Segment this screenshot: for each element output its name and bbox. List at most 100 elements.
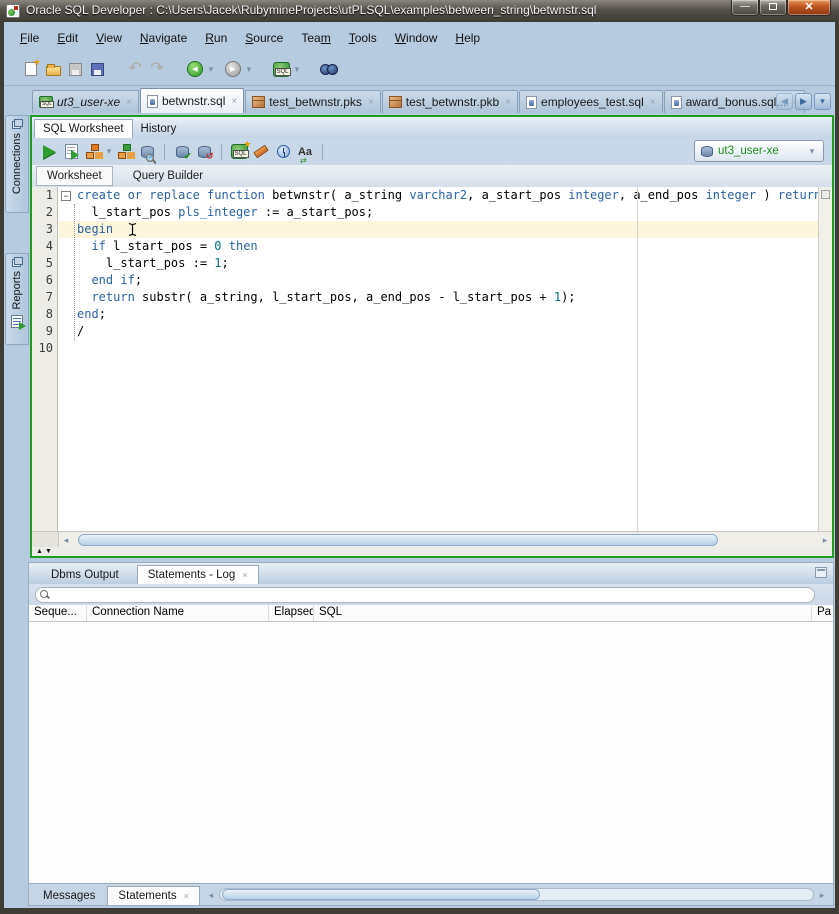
scrollbar-track[interactable] [74, 534, 817, 546]
editor-tab-test-betwnstr-pks[interactable]: test_betwnstr.pks× [245, 90, 381, 113]
sql-tuning-button[interactable]: 🔍 [136, 141, 158, 163]
log-tab-dbms-output[interactable]: Dbms Output [41, 566, 129, 584]
tab-scroll-left-button[interactable]: ◀ [776, 93, 793, 110]
tab-scroll-right-button[interactable]: ▶ [795, 93, 812, 110]
menu-edit[interactable]: Edit [49, 28, 86, 48]
splitter-down-icon[interactable]: ▼ [45, 548, 52, 555]
binoculars-icon [320, 63, 338, 75]
bottom-tab-statements[interactable]: Statements× [107, 886, 199, 905]
open-button[interactable] [42, 58, 64, 80]
sql-connect-button[interactable] [270, 58, 292, 80]
sidebar-connections-label: Connections [11, 133, 23, 194]
log-tab-statements-log[interactable]: Statements - Log× [137, 565, 259, 584]
menu-window[interactable]: Window [387, 28, 446, 48]
save-all-button[interactable] [86, 58, 108, 80]
menu-team[interactable]: Team [293, 28, 338, 48]
back-button[interactable]: ◀ [184, 58, 206, 80]
package-icon [252, 96, 265, 108]
log-horizontal-scrollbar[interactable]: ◂ ▸ [202, 884, 833, 905]
code-segment: varchar2 [409, 188, 467, 202]
fold-scope-line [74, 204, 75, 340]
tab-close-icon[interactable]: × [184, 891, 189, 901]
tab-close-icon[interactable]: × [505, 97, 511, 108]
bottom-tab-messages[interactable]: Messages [33, 887, 105, 905]
new-file-button[interactable]: ★ [20, 58, 42, 80]
scroll-left-arrow[interactable]: ◂ [204, 888, 218, 902]
editor-tab-betwnstr-sql[interactable]: betwnstr.sql× [140, 88, 244, 113]
autotrace-button[interactable] [82, 141, 104, 163]
run-script-button[interactable] [60, 141, 82, 163]
sql-history-button[interactable] [272, 141, 294, 163]
undo-icon: ↶ [128, 61, 141, 77]
search-input[interactable] [35, 587, 815, 603]
undo-button[interactable]: ↶ [124, 58, 146, 80]
run-statement-button[interactable] [38, 141, 60, 163]
menu-view[interactable]: View [88, 28, 130, 48]
explain-plan-button[interactable] [114, 141, 136, 163]
scroll-right-arrow[interactable]: ▸ [818, 533, 832, 547]
scroll-right-arrow[interactable]: ▸ [815, 888, 829, 902]
maximize-button[interactable] [759, 0, 787, 16]
sidebar-tab-connections[interactable]: Connections [5, 115, 29, 213]
code-segment: ); [561, 290, 575, 304]
code-editor[interactable]: 12345678910 − create or replace function… [32, 187, 832, 531]
subtab-query-builder[interactable]: Query Builder [123, 167, 213, 185]
autotrace-dropdown[interactable]: ▾ [104, 146, 114, 157]
code-segment: if [91, 239, 105, 253]
forward-button[interactable]: ▶ [222, 58, 244, 80]
sql-connect-dropdown[interactable]: ▾ [292, 64, 302, 75]
editor-tab-ut3-user-xe[interactable]: ut3_user-xe× [32, 90, 139, 113]
back-dropdown[interactable]: ▾ [206, 64, 216, 75]
run-script-icon [65, 144, 78, 159]
column-header-sql[interactable]: SQL [314, 605, 812, 621]
connection-selector[interactable]: ut3_user-xe ▾ [694, 140, 824, 162]
column-header-connection-name[interactable]: Connection Name [87, 605, 269, 621]
tab-close-icon[interactable]: × [368, 97, 374, 108]
scrollbar-thumb[interactable] [222, 889, 540, 900]
code-segment [77, 290, 91, 304]
tab-close-icon[interactable]: × [650, 97, 656, 108]
magnifier-icon: 🔍 [146, 154, 157, 164]
menu-file[interactable]: File [12, 28, 47, 48]
tab-list-dropdown[interactable]: ▾ [814, 93, 831, 110]
tab-close-icon[interactable]: × [231, 96, 237, 107]
tab-close-icon[interactable]: × [242, 570, 247, 580]
menu-tools[interactable]: Tools [341, 28, 385, 48]
forward-dropdown[interactable]: ▾ [244, 64, 254, 75]
code-fold-toggle[interactable]: − [61, 191, 71, 201]
menu-bar: FileEditViewNavigateRunSourceTeamToolsWi… [4, 26, 835, 50]
column-header-seque-[interactable]: Seque... [29, 605, 87, 621]
editor-tab-test-betwnstr-pkb[interactable]: test_betwnstr.pkb× [382, 90, 518, 113]
tab-sql-worksheet[interactable]: SQL Worksheet [34, 119, 133, 138]
commit-button[interactable]: ✔ [171, 141, 193, 163]
menu-run[interactable]: Run [197, 28, 235, 48]
redo-button[interactable]: ↷ [146, 58, 168, 80]
scrollbar-thumb[interactable] [78, 534, 718, 546]
tab-history[interactable]: History [133, 120, 185, 138]
sidebar-tab-reports[interactable]: Reports [5, 253, 29, 345]
code-text[interactable]: create or replace function betwnstr( a_s… [77, 187, 818, 531]
rollback-button[interactable]: ↺ [193, 141, 215, 163]
close-button[interactable]: ✕ [787, 0, 831, 16]
change-case-button[interactable]: Aa [294, 141, 316, 163]
scrollbar-track[interactable] [219, 888, 814, 901]
clear-button[interactable] [250, 141, 272, 163]
tab-close-icon[interactable]: × [126, 97, 132, 108]
column-header-elapsed[interactable]: Elapsed [269, 605, 314, 621]
column-header-pa[interactable]: Pa [812, 605, 833, 621]
subtab-worksheet[interactable]: Worksheet [36, 166, 113, 186]
save-button[interactable] [64, 58, 86, 80]
scroll-left-arrow[interactable]: ◂ [59, 533, 73, 547]
log-table-body[interactable] [29, 623, 833, 883]
panel-minimize-button[interactable] [815, 567, 827, 578]
find-button[interactable] [318, 58, 340, 80]
back-icon: ◀ [187, 61, 203, 77]
splitter-up-icon[interactable]: ▲ [36, 548, 43, 555]
editor-horizontal-scrollbar[interactable]: ◂ ▸ [32, 531, 832, 547]
editor-tab-employees-test-sql[interactable]: employees_test.sql× [519, 90, 663, 113]
menu-source[interactable]: Source [237, 28, 291, 48]
menu-navigate[interactable]: Navigate [132, 28, 195, 48]
unshared-worksheet-button[interactable]: ★ [228, 141, 250, 163]
menu-help[interactable]: Help [447, 28, 488, 48]
minimize-button[interactable]: — [731, 0, 759, 16]
